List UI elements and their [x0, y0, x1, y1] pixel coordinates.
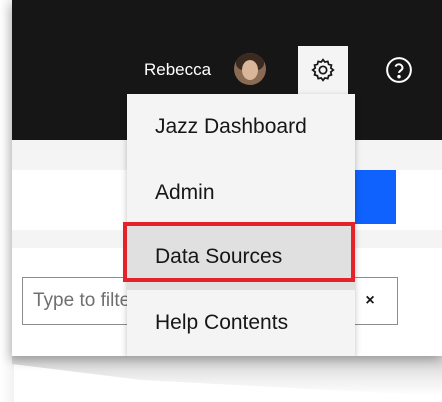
- menu-item-admin[interactable]: Admin: [127, 160, 355, 226]
- avatar[interactable]: [234, 53, 266, 85]
- highlight-annotation: [123, 222, 355, 282]
- user-name[interactable]: Rebecca: [144, 60, 211, 80]
- app-screen: Rebecca ×: [12, 0, 442, 356]
- menu-item-help-contents[interactable]: Help Contents: [127, 290, 355, 356]
- screenshot-frame: Rebecca ×: [0, 0, 442, 402]
- help-button[interactable]: [384, 55, 414, 85]
- avatar-face: [242, 60, 258, 80]
- menu-item-jazz-dashboard[interactable]: Jazz Dashboard: [127, 94, 355, 160]
- settings-button[interactable]: [298, 46, 348, 94]
- frame-shadow-bottom: [12, 356, 442, 396]
- help-icon: [386, 57, 412, 83]
- close-icon[interactable]: ×: [358, 289, 382, 313]
- gear-icon: [311, 58, 335, 82]
